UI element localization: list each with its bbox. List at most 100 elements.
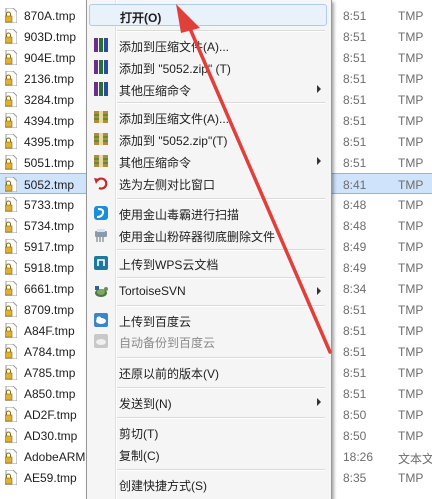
archive-box-icon <box>93 153 109 169</box>
file-lock-icon <box>5 449 17 464</box>
menu-item-add-archive-label: 添加到压缩文件(A)... <box>119 40 229 54</box>
file-modified-time: 8:48 <box>343 219 367 233</box>
file-lock-icon <box>5 323 17 338</box>
file-name: A784.tmp <box>24 345 76 359</box>
submenu-arrow-icon <box>317 398 321 406</box>
file-type: 文本文 <box>398 452 432 466</box>
menu-item-send-to[interactable]: 发送到(N) <box>89 391 327 413</box>
file-modified-time: 8:50 <box>343 408 367 422</box>
menu-item-cut-label: 剪切(T) <box>119 427 159 441</box>
menu-item-tortoise-svn[interactable]: TortoiseSVN <box>89 280 327 302</box>
menu-item-compare-left[interactable]: 选为左侧对比窗口 <box>89 172 327 194</box>
menu-separator <box>117 102 325 104</box>
submenu-arrow-icon <box>317 157 321 165</box>
menu-item-add-archive[interactable]: 添加到压缩文件(A)... <box>89 34 327 56</box>
file-modified-time: 8:35 <box>343 471 367 485</box>
menu-item-other-compress[interactable]: 其他压缩命令 <box>89 78 327 100</box>
menu-item-create-shortcut[interactable]: 创建快捷方式(S) <box>89 473 327 495</box>
menu-item-kingsoft-shred[interactable]: 使用金山粉碎器彻底删除文件 <box>89 224 327 246</box>
file-name: A785.tmp <box>24 366 76 380</box>
file-modified-time: 18:26 <box>343 450 374 464</box>
file-lock-icon <box>5 197 17 212</box>
file-type: TMP <box>398 366 424 380</box>
menu-item-baidu-backup[interactable]: 自动备份到百度云 <box>89 330 327 352</box>
file-type: TMP <box>398 324 424 338</box>
menu-item-other-compress-2-label: 其他压缩命令 <box>119 156 192 170</box>
menu-item-baidu-upload-label: 上传到百度云 <box>119 315 192 329</box>
menu-item-compare-left-label: 选为左侧对比窗口 <box>119 178 216 192</box>
file-modified-time: 8:51 <box>343 324 367 338</box>
file-name: 4394.tmp <box>24 114 75 128</box>
menu-item-add-zip-label: 添加到 "5052.zip" (T) <box>119 62 231 76</box>
menu-item-create-shortcut-label: 创建快捷方式(S) <box>119 479 207 493</box>
file-lock-icon <box>5 29 17 44</box>
file-type: TMP <box>398 429 424 443</box>
wps-cloud-icon <box>93 255 109 271</box>
baidu-cloud-icon <box>93 312 109 328</box>
file-modified-time: 8:51 <box>343 345 367 359</box>
file-lock-icon <box>5 470 17 485</box>
menu-item-copy[interactable]: 复制(C) <box>89 443 327 465</box>
file-modified-time: 8:51 <box>343 51 367 65</box>
menu-item-tortoise-svn-label: TortoiseSVN <box>119 284 186 298</box>
file-modified-time: 8:49 <box>343 261 367 275</box>
file-modified-time: 8:51 <box>343 30 367 44</box>
file-type: TMP <box>398 303 424 317</box>
file-modified-time: 8:51 <box>343 72 367 86</box>
file-type: TMP <box>398 156 424 170</box>
kingsoft-antivirus-icon <box>93 205 109 221</box>
baidu-backup-icon <box>93 333 109 349</box>
file-name: AD30.tmp <box>24 429 78 443</box>
winrar-books-icon <box>93 81 109 97</box>
menu-item-baidu-upload[interactable]: 上传到百度云 <box>89 309 327 331</box>
file-modified-time: 8:49 <box>343 240 367 254</box>
menu-item-kingsoft-scan-label: 使用金山毒霸进行扫描 <box>119 208 240 222</box>
file-modified-time: 8:51 <box>343 114 367 128</box>
file-name: 5918.tmp <box>24 261 75 275</box>
file-lock-icon <box>5 260 17 275</box>
file-lock-icon <box>5 71 17 86</box>
menu-item-wps-upload[interactable]: 上传到WPS云文档 <box>89 252 327 274</box>
file-type: TMP <box>398 387 424 401</box>
file-name: 5052.tmp <box>24 178 75 192</box>
menu-item-other-compress-2[interactable]: 其他压缩命令 <box>89 150 327 172</box>
menu-item-add-zip[interactable]: 添加到 "5052.zip" (T) <box>89 56 327 78</box>
menu-separator <box>117 469 325 471</box>
menu-item-add-archive-2[interactable]: 添加到压缩文件(A)... <box>89 106 327 128</box>
file-modified-time: 8:41 <box>343 178 367 192</box>
file-name: 5051.tmp <box>24 156 75 170</box>
file-type: TMP <box>398 198 424 212</box>
menu-item-baidu-backup-label: 自动备份到百度云 <box>119 336 216 350</box>
archive-box-icon <box>93 131 109 147</box>
menu-separator <box>117 277 325 279</box>
menu-item-kingsoft-scan[interactable]: 使用金山毒霸进行扫描 <box>89 202 327 224</box>
file-name: 870A.tmp <box>24 9 76 23</box>
menu-separator <box>117 357 325 359</box>
file-name: A850.tmp <box>24 387 76 401</box>
file-type: TMP <box>398 282 424 296</box>
file-name: A84F.tmp <box>24 324 75 338</box>
file-modified-time: 8:51 <box>343 156 367 170</box>
menu-item-cut[interactable]: 剪切(T) <box>89 421 327 443</box>
file-lock-icon <box>5 177 17 192</box>
file-modified-time: 8:51 <box>343 9 367 23</box>
winrar-books-icon <box>93 37 109 53</box>
menu-item-add-zip-2[interactable]: 添加到 "5052.zip"(T) <box>89 128 327 150</box>
file-name: AdobeARM <box>24 450 86 464</box>
file-modified-time: 8:51 <box>343 366 367 380</box>
menu-item-add-zip-2-label: 添加到 "5052.zip"(T) <box>119 134 228 148</box>
file-type: TMP <box>398 345 424 359</box>
file-name: 6661.tmp <box>24 282 75 296</box>
menu-item-open-label: 打开(O) <box>120 11 162 25</box>
file-modified-time: 8:51 <box>343 387 367 401</box>
menu-item-restore[interactable]: 还原以前的版本(V) <box>89 361 327 383</box>
file-type: TMP <box>398 219 424 233</box>
menu-separator <box>117 387 325 389</box>
menu-item-wps-upload-label: 上传到WPS云文档 <box>119 258 219 272</box>
file-name: 904E.tmp <box>24 51 76 65</box>
menu-item-kingsoft-shred-label: 使用金山粉碎器彻底删除文件 <box>119 230 276 244</box>
menu-item-open[interactable]: 打开(O) <box>89 4 327 26</box>
file-lock-icon <box>5 302 17 317</box>
file-lock-icon <box>5 134 17 149</box>
file-name: AD2F.tmp <box>24 408 77 422</box>
